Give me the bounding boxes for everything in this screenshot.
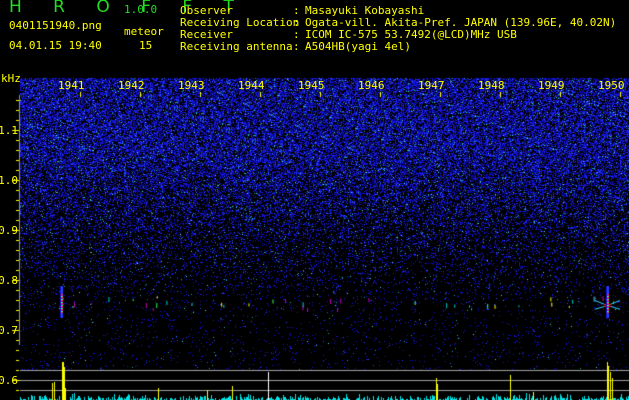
info-sep: : — [293, 40, 300, 53]
spectrogram-canvas — [0, 0, 629, 400]
file-name: 0401151940.png — [9, 19, 102, 32]
app-version: 1.0.0 — [124, 3, 158, 16]
y-tick-label: 0.6 — [0, 374, 18, 387]
x-tick-label: 1949 — [538, 79, 565, 92]
y-tick-label: 0.9 — [0, 224, 18, 237]
x-tick-label: 1946 — [358, 79, 385, 92]
x-tick-label: 1941 — [58, 79, 85, 92]
x-tick-label: 1942 — [118, 79, 145, 92]
x-tick-label: 1944 — [238, 79, 265, 92]
x-tick-label: 1947 — [418, 79, 445, 92]
y-axis-unit: kHz — [1, 72, 21, 85]
info-label-antenna: Receiving antenna — [180, 40, 293, 53]
y-tick-label: 0.8 — [0, 274, 18, 287]
antenna-value: A504HB(yagi 4el) — [305, 40, 411, 53]
x-tick-label: 1950 — [598, 79, 625, 92]
x-tick-label: 1948 — [478, 79, 505, 92]
meteor-label: meteor — [124, 25, 164, 38]
meteor-count: 15 — [139, 39, 153, 52]
x-tick-label: 1945 — [298, 79, 325, 92]
x-tick-label: 1943 — [178, 79, 205, 92]
y-tick-label: 1.0 — [0, 174, 18, 187]
file-datetime: 04.01.15 19:40 — [9, 39, 102, 52]
y-tick-label: 0.7 — [0, 324, 18, 337]
hrofft-window: H R O F F T 1.0.0 0401151940.png 04.01.1… — [0, 0, 629, 400]
y-tick-label: 1.1 — [0, 124, 18, 137]
